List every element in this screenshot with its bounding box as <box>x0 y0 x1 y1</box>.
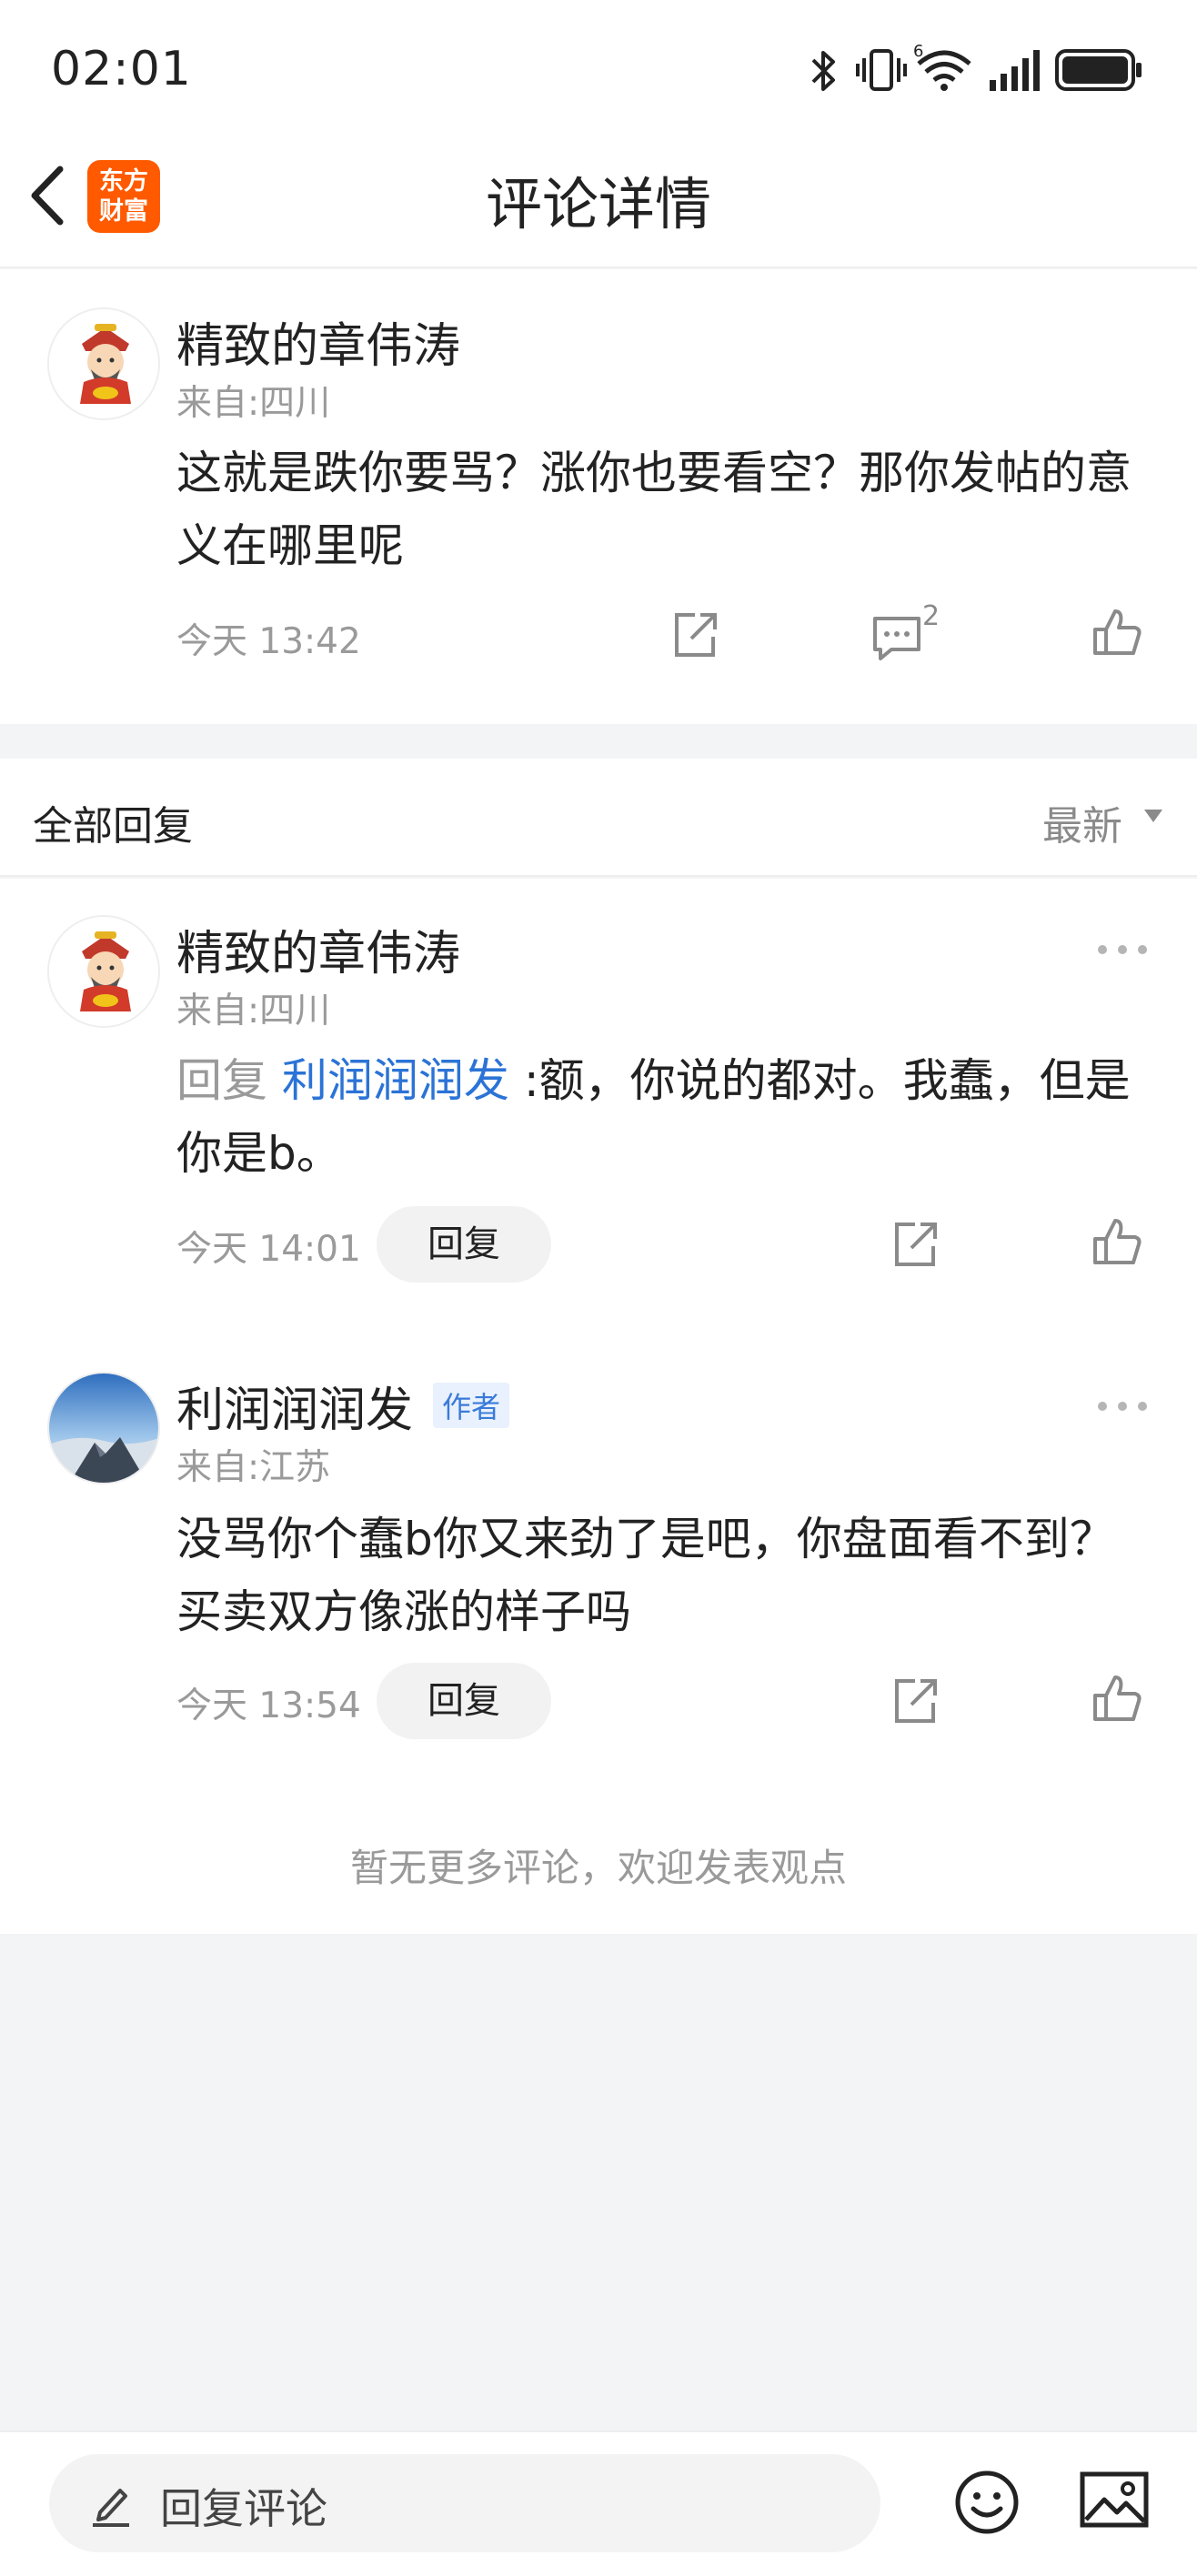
comment-location: 来自:四川 <box>176 383 331 424</box>
no-more-comments-note: 暂无更多评论，欢迎发表观点 <box>349 1846 847 1890</box>
like-icon[interactable] <box>1090 1672 1144 1726</box>
comment-username[interactable]: 精致的章伟涛 <box>176 307 460 376</box>
pencil-icon <box>93 2489 129 2527</box>
reply-count: 2 <box>922 600 940 632</box>
wifi-6-icon <box>917 50 971 91</box>
reply-text: 回复 利润润润发 :额，你说的都对。我蠢，但是你是b。 <box>176 1044 1159 1190</box>
battery-icon <box>1055 49 1142 91</box>
sort-label[interactable]: 最新 <box>1042 793 1122 851</box>
avatar[interactable] <box>47 915 160 1028</box>
author-badge: 作者 <box>433 1383 510 1428</box>
vibrate-icon <box>856 49 907 91</box>
bluetooth-icon <box>811 51 835 91</box>
replies-title: 全部回复 <box>33 803 193 850</box>
reply-time: 今天 13:54 <box>176 1685 361 1726</box>
reply-username[interactable]: 精致的章伟涛 <box>176 915 460 983</box>
avatar[interactable] <box>47 307 160 420</box>
reply-prefix: 回复 <box>176 1054 267 1107</box>
reply-username[interactable]: 利润润润发 <box>176 1372 413 1440</box>
avatar[interactable] <box>47 1372 160 1484</box>
comment-text: 这就是跌你要骂？涨你也要看空？那你发帖的意义在哪里呢 <box>176 447 1132 572</box>
image-icon[interactable] <box>1079 2469 1150 2532</box>
caishen-avatar-icon <box>49 309 158 418</box>
reply-text: 没骂你个蠢b你又来劲了是吧，你盘面看不到？买卖双方像涨的样子吗 <box>176 1513 1115 1638</box>
sort-caret-icon[interactable] <box>1142 808 1164 826</box>
comment-icon[interactable] <box>870 609 924 664</box>
emoji-icon[interactable] <box>953 2469 1021 2536</box>
status-time: 02:01 <box>51 42 192 96</box>
reply-location: 来自:四川 <box>176 991 331 1031</box>
reply-to-user-link[interactable]: 利润润润发 <box>282 1054 509 1107</box>
reply-time: 今天 14:01 <box>176 1229 361 1270</box>
reply-button[interactable]: 回复 <box>377 1663 551 1739</box>
comment-time: 今天 13:42 <box>176 621 361 662</box>
like-icon[interactable] <box>1090 606 1144 660</box>
wifi-label: 6 <box>913 42 924 61</box>
share-icon[interactable] <box>888 1217 942 1272</box>
signal-icon <box>990 50 1040 91</box>
caishen-avatar-icon <box>49 917 158 1026</box>
share-icon[interactable] <box>668 608 722 662</box>
page-title: 评论详情 <box>485 171 711 237</box>
reply-location: 来自:江苏 <box>176 1447 331 1488</box>
like-icon[interactable] <box>1090 1215 1144 1270</box>
more-options-icon[interactable] <box>1095 941 1150 959</box>
share-icon[interactable] <box>888 1674 942 1728</box>
reply-input-placeholder[interactable]: 回复评论 <box>160 2476 327 2536</box>
more-options-icon[interactable] <box>1095 1397 1150 1415</box>
reply-button[interactable]: 回复 <box>377 1206 551 1283</box>
mountain-landscape-avatar-icon <box>49 1374 158 1483</box>
